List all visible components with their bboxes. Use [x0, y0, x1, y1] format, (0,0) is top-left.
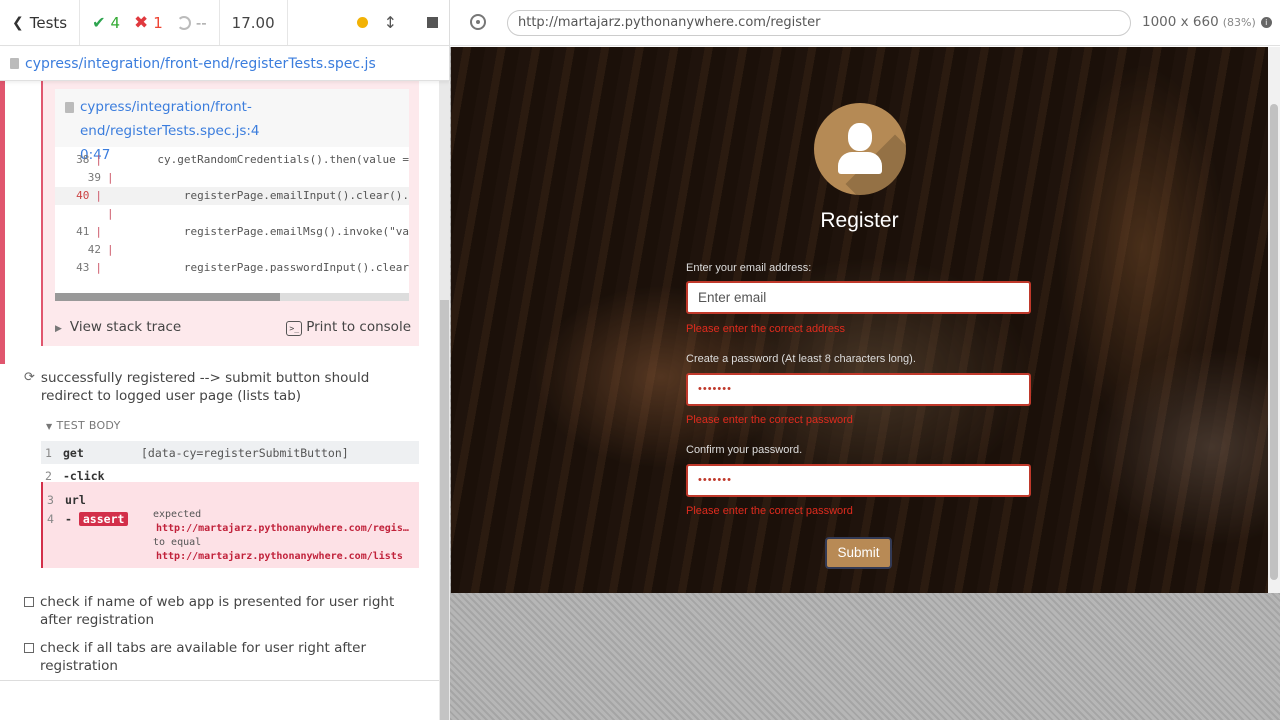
pending-square-icon [24, 643, 34, 653]
tests-back-button[interactable]: ❮ Tests [0, 0, 81, 45]
email-error: Please enter the correct address [686, 323, 845, 335]
print-to-console-button[interactable]: >_ Print to console [286, 319, 411, 336]
info-icon: i [1260, 17, 1272, 28]
x-icon: ✖ [134, 12, 149, 33]
assert-badge: assert [78, 511, 129, 526]
triangle-right-icon: ▶ [55, 324, 62, 334]
pending-spinner-icon [176, 15, 191, 30]
aut-scrollbar-thumb[interactable] [1270, 104, 1278, 580]
test-title: successfully registered --> submit butto… [40, 370, 370, 404]
test-title: check if name of web app is presented fo… [40, 594, 395, 628]
aut-header: http://martajarz.pythonanywhere.com/regi… [450, 0, 1280, 46]
duration-value: 17.00 [231, 13, 275, 32]
runnable-list: cypress/integration/front-end/registerTe… [0, 81, 439, 681]
register-form: Register Enter your email address: Enter… [451, 47, 1268, 593]
code-frame-path: cypress/integration/front-end/registerTe… [80, 99, 260, 163]
failed-count[interactable]: ✖ 1 [134, 13, 163, 33]
spec-path-header: cypress/integration/front-end/registerTe… [0, 47, 449, 81]
tests-label: Tests [29, 13, 68, 32]
confirm-password-label: Confirm your password. [686, 444, 803, 456]
confirm-password-error: Please enter the correct password [686, 505, 853, 517]
test-item-pending-1[interactable]: check if name of web app is presented fo… [24, 593, 410, 629]
spec-path-link[interactable]: cypress/integration/front-end/registerTe… [25, 56, 376, 72]
chevron-left-icon: ❮ [12, 14, 24, 31]
register-title: Register [820, 209, 899, 232]
password-label: Create a password (At least 8 characters… [686, 353, 916, 365]
password-input[interactable]: ••••••• [686, 373, 1031, 406]
triangle-down-icon: ▼ [46, 422, 53, 431]
submit-button[interactable]: Submit [825, 537, 892, 569]
refresh-icon: ⟳ [24, 370, 35, 385]
test-item-current[interactable]: ⟳ successfully registered --> submit but… [24, 369, 411, 405]
passed-count[interactable]: ✔ 4 [92, 13, 120, 32]
code-line: 42 | [87, 243, 114, 256]
test-body-header[interactable]: ▼ TEST BODY [46, 419, 121, 432]
failed-command-block: 3 url 4 - assert expected http://martaja… [41, 482, 419, 568]
code-line: 40 | registerPage.emailInput().clear(). [55, 187, 409, 205]
autoscroll-indicator-icon[interactable] [356, 17, 368, 28]
passed-number: 4 [110, 13, 121, 32]
reporter-scrollbar-thumb[interactable] [440, 300, 449, 720]
password-error: Please enter the correct password [686, 414, 853, 426]
failed-test-indicator [0, 81, 5, 364]
code-line: 39 | [87, 171, 114, 184]
aut-url-bar[interactable]: http://martajarz.pythonanywhere.com/regi… [507, 10, 1131, 36]
email-input[interactable]: Enter email [686, 281, 1031, 314]
file-icon [65, 102, 74, 113]
assert-message: expected http://martajarz.pythonanywhere… [153, 509, 409, 562]
autoscroll-arrows-icon[interactable]: ↕ [384, 13, 397, 32]
code-line: 41 | registerPage.emailMsg().invoke("va [76, 225, 409, 238]
test-title: check if all tabs are available for user… [40, 640, 367, 674]
email-label: Enter your email address: [686, 262, 812, 274]
aut-iframe: Register Enter your email address: Enter… [451, 47, 1268, 593]
test-item-pending-2[interactable]: check if all tabs are available for user… [24, 639, 410, 675]
code-hscroll-thumb[interactable] [55, 293, 280, 301]
code-frame-file[interactable]: cypress/integration/front-end/registerTe… [55, 89, 409, 163]
console-icon: >_ [286, 321, 303, 336]
error-actions: ▶ View stack trace >_ Print to console [55, 319, 411, 336]
code-frame: cypress/integration/front-end/registerTe… [55, 89, 409, 301]
duration: 17.00 [220, 0, 288, 45]
code-line: 38 | cy.getRandomCredentials().then(value… [76, 153, 409, 166]
view-stack-trace-toggle[interactable]: ▶ View stack trace [55, 319, 181, 336]
pending-count[interactable]: -- [176, 13, 207, 32]
check-icon: ✔ [92, 13, 106, 32]
code-lines: 38 | cy.getRandomCredentials().then(value… [55, 147, 409, 277]
pending-square-icon [24, 597, 34, 607]
user-avatar-icon [814, 103, 906, 195]
stats-bar: ❮ Tests ✔ 4 ✖ 1 -- 17.00 ↕ [0, 0, 449, 46]
failed-number: 1 [153, 13, 163, 32]
run-controls: ↕ [345, 0, 449, 45]
file-icon [10, 58, 19, 69]
code-line: | [107, 207, 114, 220]
error-box: cypress/integration/front-end/registerTe… [41, 81, 419, 346]
pending-number: -- [195, 13, 207, 32]
selector-playground-icon[interactable] [470, 14, 486, 30]
code-line: 43 | registerPage.passwordInput().clear [76, 261, 409, 274]
viewport-info[interactable]: 1000 x 660 (83%) i [1142, 14, 1272, 30]
stop-icon[interactable] [427, 17, 438, 28]
command-get[interactable]: 1 get [data-cy=registerSubmitButton] [41, 441, 419, 464]
stats-counts: ✔ 4 ✖ 1 -- [80, 0, 220, 45]
confirm-password-input[interactable]: ••••••• [686, 464, 1031, 497]
